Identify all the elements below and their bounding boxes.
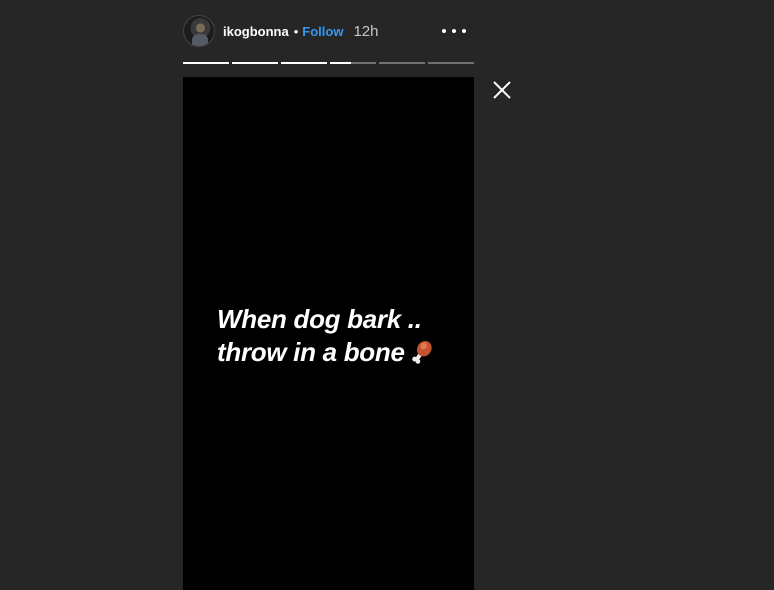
avatar[interactable] (183, 15, 215, 47)
story-progress-bar (183, 62, 474, 64)
progress-segment-fill (183, 62, 229, 64)
progress-segment (281, 62, 327, 64)
story-header: ikogbonna • Follow 12h (183, 14, 474, 48)
progress-segment (428, 62, 474, 64)
post-time: 12h (353, 22, 379, 40)
progress-segment (232, 62, 278, 64)
story-viewer: ikogbonna • Follow 12h When dog bark .. … (0, 0, 774, 590)
caption-line-2: throw in a bone (217, 337, 405, 367)
separator-dot: • (293, 23, 299, 39)
progress-segment-fill (281, 62, 327, 64)
progress-segment (330, 62, 376, 64)
follow-button[interactable]: Follow (302, 24, 343, 39)
caption-line-1: When dog bark .. (217, 304, 422, 334)
meat-on-bone-icon (409, 339, 435, 373)
dot (462, 29, 466, 33)
more-options-icon[interactable] (442, 22, 466, 40)
story-media[interactable]: When dog bark .. throw in a bone (183, 77, 474, 590)
progress-segment-fill (330, 62, 351, 64)
dot (452, 29, 456, 33)
username[interactable]: ikogbonna (223, 24, 289, 39)
caption-line-2-wrap: throw in a bone (217, 336, 435, 373)
progress-segment (379, 62, 425, 64)
progress-segment (183, 62, 229, 64)
close-icon[interactable] (490, 78, 514, 102)
progress-segment-fill (232, 62, 278, 64)
dot (442, 29, 446, 33)
story-caption: When dog bark .. throw in a bone (217, 303, 435, 373)
